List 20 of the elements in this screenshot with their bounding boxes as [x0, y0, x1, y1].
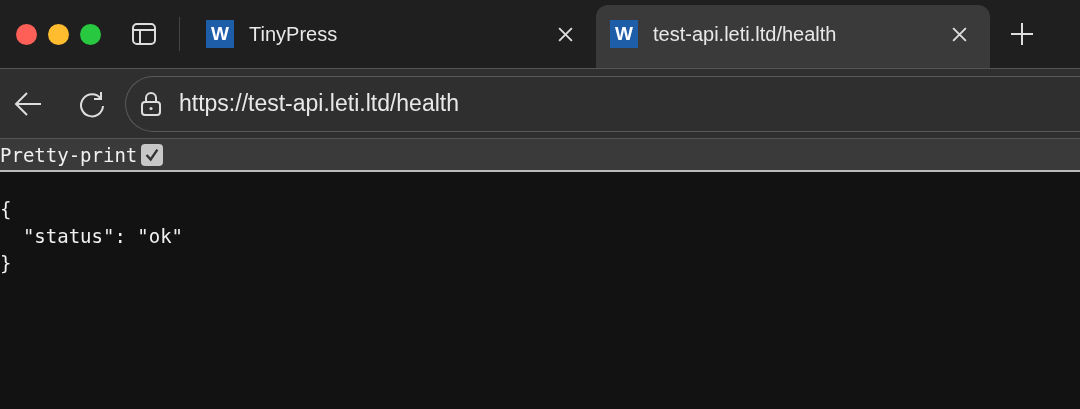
json-line: "status": "ok" [21, 224, 185, 249]
close-tab-icon[interactable] [951, 25, 968, 43]
sidebar-icon[interactable] [131, 21, 157, 47]
favicon-icon: W [206, 20, 234, 48]
browser-tab[interactable]: W TinyPress [192, 5, 596, 68]
pretty-print-checkbox[interactable] [141, 143, 164, 166]
new-tab-icon[interactable] [1010, 22, 1034, 46]
close-window-icon[interactable] [16, 23, 37, 45]
json-line: { [0, 197, 13, 222]
url-text: https://test-api.leti.ltd/health [179, 90, 459, 117]
zoom-window-icon[interactable] [80, 23, 101, 45]
close-tab-icon[interactable] [557, 25, 574, 43]
tab-title: test-api.leti.ltd/health [653, 22, 838, 46]
json-line: } [0, 251, 13, 276]
lock-icon [141, 91, 161, 116]
favicon-icon: W [610, 20, 638, 48]
minimize-window-icon[interactable] [48, 23, 69, 45]
browser-tab[interactable]: W test-api.leti.ltd/health [596, 5, 990, 68]
tab-title: TinyPress [249, 22, 339, 46]
pretty-print-label: Pretty-print [0, 143, 138, 166]
